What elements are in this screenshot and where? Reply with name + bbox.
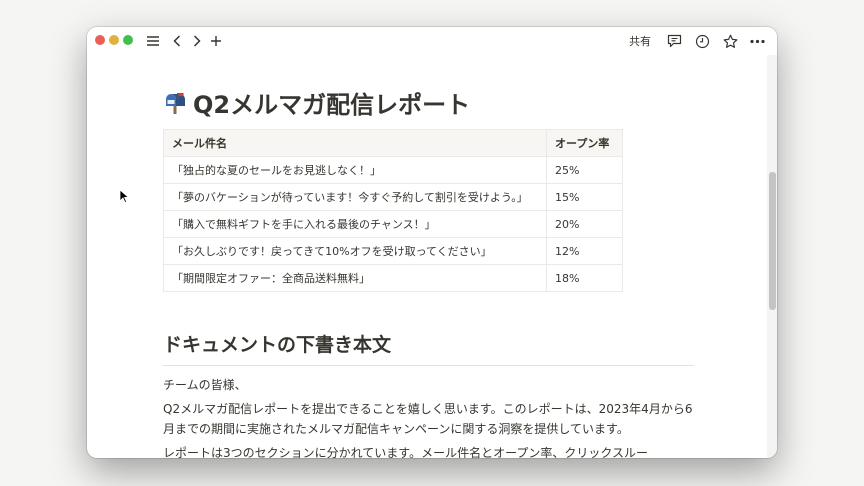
app-window: 共有 Q2メルマガ配信レポート メール件名 オープン率 「独占的な夏のセールをお… <box>87 27 777 458</box>
section-heading[interactable]: ドキュメントの下書き本文 <box>163 330 391 357</box>
column-header-open-rate[interactable]: オープン率 <box>546 129 623 157</box>
close-window-button[interactable] <box>95 35 105 45</box>
table-row: 「期間限定オファー：全商品送料無料」 18% <box>163 264 623 292</box>
forward-arrow-icon[interactable] <box>190 31 204 51</box>
minimize-window-button[interactable] <box>109 35 119 45</box>
email-open-rate-table: メール件名 オープン率 「独占的な夏のセールをお見逃しなく！」 25% 「夢のバ… <box>163 129 623 292</box>
table-row: 「購入で無料ギフトを手に入れる最後のチャンス！」 20% <box>163 210 623 238</box>
share-button[interactable]: 共有 <box>629 33 651 49</box>
sidebar-menu-icon[interactable] <box>145 31 161 51</box>
history-clock-icon[interactable] <box>693 32 711 50</box>
table-cell-open-rate[interactable]: 12% <box>546 237 623 265</box>
heading-divider <box>163 365 694 366</box>
body-paragraph[interactable]: Q2メルマガ配信レポートを提出できることを嬉しく思います。このレポートは、202… <box>163 399 694 439</box>
column-header-subject[interactable]: メール件名 <box>163 129 547 157</box>
table-row: 「夢のバケーションが待っています！今すぐ予約して割引を受けよう。」 15% <box>163 183 623 211</box>
mailbox-icon[interactable] <box>163 91 187 115</box>
table-row: 「独占的な夏のセールをお見逃しなく！」 25% <box>163 156 623 184</box>
comment-icon[interactable] <box>665 32 683 50</box>
zoom-window-button[interactable] <box>123 35 133 45</box>
star-icon[interactable] <box>721 32 739 50</box>
more-dots-icon[interactable] <box>748 32 766 50</box>
table-header-row: メール件名 オープン率 <box>163 129 623 157</box>
table-cell-subject[interactable]: 「夢のバケーションが待っています！今すぐ予約して割引を受けよう。」 <box>163 183 547 211</box>
table-cell-subject[interactable]: 「独占的な夏のセールをお見逃しなく！」 <box>163 156 547 184</box>
page-title[interactable]: Q2メルマガ配信レポート <box>163 85 470 120</box>
table-cell-open-rate[interactable]: 18% <box>546 264 623 292</box>
table-cell-subject[interactable]: 「購入で無料ギフトを手に入れる最後のチャンス！」 <box>163 210 547 238</box>
table-cell-open-rate[interactable]: 25% <box>546 156 623 184</box>
plus-icon[interactable] <box>209 31 223 51</box>
page-title-text: Q2メルマガ配信レポート <box>193 91 471 119</box>
table-cell-open-rate[interactable]: 15% <box>546 183 623 211</box>
table-row: 「お久しぶりです！戻ってきて10%オフを受け取ってください」 12% <box>163 237 623 265</box>
title-bar: 共有 <box>87 27 777 55</box>
table-cell-subject[interactable]: 「お久しぶりです！戻ってきて10%オフを受け取ってください」 <box>163 237 547 265</box>
back-arrow-icon[interactable] <box>170 31 184 51</box>
mouse-pointer-icon <box>119 189 129 204</box>
body-paragraph[interactable]: チームの皆様、 <box>163 375 694 395</box>
table-cell-subject[interactable]: 「期間限定オファー：全商品送料無料」 <box>163 264 547 292</box>
body-paragraph[interactable]: レポートは3つのセクションに分かれています。メール件名とオープン率、クリックスル… <box>163 443 694 458</box>
table-cell-open-rate[interactable]: 20% <box>546 210 623 238</box>
scrollbar-thumb[interactable] <box>769 172 776 310</box>
